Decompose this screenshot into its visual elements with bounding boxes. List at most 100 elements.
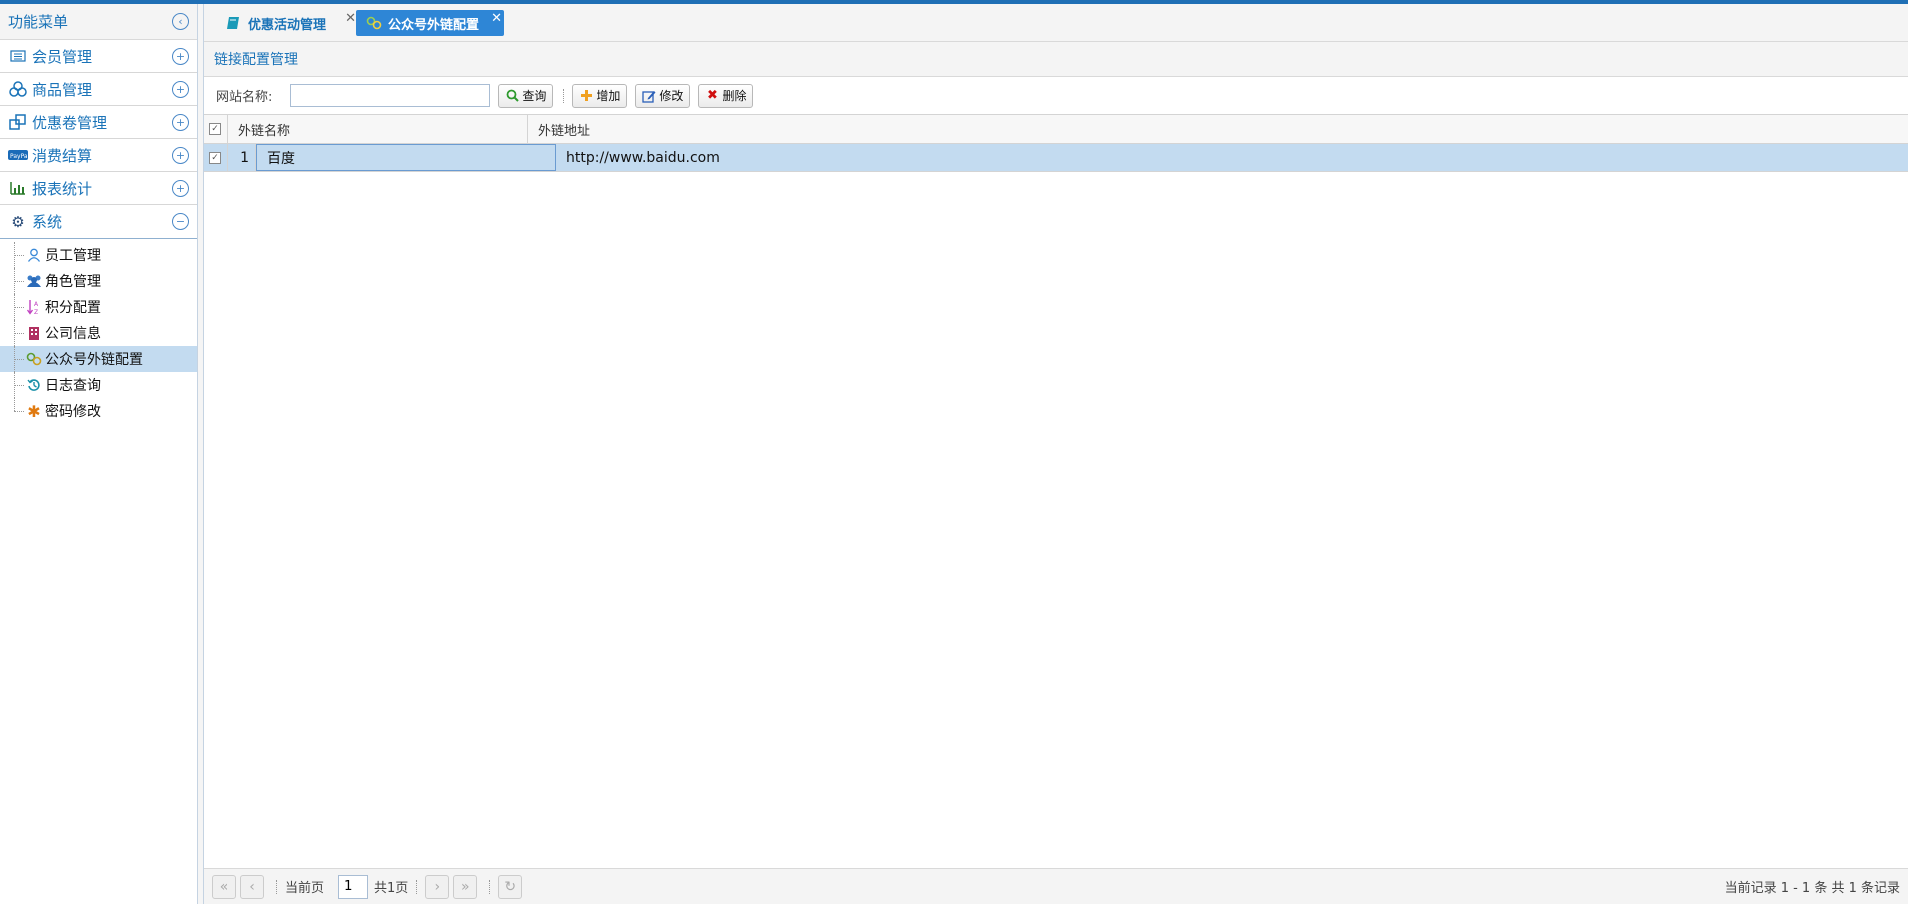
edit-icon <box>642 89 656 103</box>
link-icon <box>366 16 382 30</box>
tab-label: 优惠活动管理 <box>248 17 327 33</box>
tab-promotions[interactable]: 优惠活动管理 ✕ <box>216 10 356 36</box>
expand-plus-icon[interactable]: + <box>172 47 189 65</box>
last-page-button[interactable]: » <box>453 874 478 899</box>
plus-icon <box>579 89 593 103</box>
sidebar: 功能菜单 ‹ 会员管理 + 商品管理 + 优惠卷管理 + PayPal 消费结算… <box>0 4 198 904</box>
row-number: 1 <box>228 144 256 171</box>
expand-plus-icon[interactable]: + <box>172 146 189 164</box>
collapse-minus-icon[interactable]: − <box>172 213 189 230</box>
record-info: 当前记录 1 - 1 条 共 1 条记录 <box>1724 881 1900 896</box>
user-icon <box>25 247 43 263</box>
svg-text:PayPal: PayPal <box>10 153 28 160</box>
menu-products[interactable]: 商品管理 + <box>0 73 197 106</box>
book-icon <box>226 16 242 30</box>
column-header-name[interactable]: 外链名称 <box>228 115 528 143</box>
tree-item-company[interactable]: 公司信息 <box>0 320 197 346</box>
prev-page-button[interactable]: ‹ <box>240 874 264 899</box>
menu-label: 报表统计 <box>32 179 93 198</box>
menu-member[interactable]: 会员管理 + <box>0 40 197 73</box>
delete-button[interactable]: ✖ 删除 <box>698 83 754 108</box>
expand-plus-icon[interactable]: + <box>172 113 189 131</box>
delete-x-icon: ✖ <box>706 88 718 103</box>
expand-plus-icon[interactable]: + <box>172 179 189 197</box>
tree-item-staff[interactable]: 员工管理 <box>0 242 197 268</box>
menu-label: 系统 <box>32 213 63 231</box>
site-name-label: 网站名称: <box>216 90 273 105</box>
query-button[interactable]: 查询 <box>498 83 554 108</box>
select-all-cell[interactable]: ✓ <box>204 115 228 143</box>
history-icon <box>25 377 43 393</box>
tree-item-label: 公众号外链配置 <box>45 352 143 368</box>
tree-item-label: 角色管理 <box>45 274 101 290</box>
expand-plus-icon[interactable]: + <box>172 80 189 98</box>
edit-label: 修改 <box>659 89 684 103</box>
close-icon[interactable]: ✕ <box>491 11 502 26</box>
page-number-input[interactable] <box>338 874 369 899</box>
tree-item-label: 日志查询 <box>45 378 101 394</box>
system-tree: 员工管理 角色管理 AZ 积分配置 公司信息 公众号外链配置 日志查询 ✱ 密码… <box>0 238 197 424</box>
bar-chart-icon <box>8 180 28 196</box>
sidebar-header: 功能菜单 ‹ <box>0 4 197 40</box>
link-url-cell[interactable]: http://www.baidu.com <box>556 144 1908 171</box>
menu-label: 优惠卷管理 <box>32 113 108 132</box>
menu-settlement[interactable]: PayPal 消费结算 + <box>0 139 197 172</box>
tree-item-password[interactable]: ✱ 密码修改 <box>0 398 197 424</box>
tree-item-label: 公司信息 <box>45 326 101 342</box>
users-icon <box>25 273 43 289</box>
row-checkbox-cell[interactable]: ✓ <box>204 144 228 171</box>
next-page-button[interactable]: › <box>425 874 450 899</box>
tree-item-wechat-links[interactable]: 公众号外链配置 <box>0 346 197 372</box>
add-button[interactable]: 增加 <box>572 83 628 108</box>
tab-wechat-links[interactable]: 公众号外链配置 ✕ <box>356 10 504 36</box>
gear-icon: ⚙ <box>11 212 25 231</box>
links-grid: ✓ 外链名称 外链地址 ✓ 1 百度 http://www.baidu.com <box>204 114 1908 172</box>
close-icon[interactable]: ✕ <box>345 11 356 26</box>
coupon-icon <box>8 114 28 130</box>
total-pages-label: 共1页 <box>374 881 409 896</box>
tree-item-label: 员工管理 <box>45 248 101 264</box>
main-panel: 链接配置管理 网站名称: 查询 增加 修改 ✖ 删除 ✓ 外链名称 外链地址 ✓… <box>204 42 1908 904</box>
select-all-checkbox[interactable]: ✓ <box>209 123 221 135</box>
site-name-input[interactable] <box>290 84 491 107</box>
tree-item-label: 积分配置 <box>45 300 101 316</box>
delete-label: 删除 <box>722 89 747 103</box>
collapse-sidebar-icon[interactable]: ‹ <box>172 13 189 30</box>
menu-label: 会员管理 <box>32 47 93 66</box>
tab-label: 公众号外链配置 <box>388 17 480 33</box>
search-icon <box>505 89 519 103</box>
link-name-cell[interactable]: 百度 <box>256 144 556 171</box>
first-page-button[interactable]: « <box>212 874 236 899</box>
menu-reports[interactable]: 报表统计 + <box>0 172 197 205</box>
tab-bar: 优惠活动管理 ✕ 公众号外链配置 ✕ <box>204 4 1908 42</box>
sidebar-title: 功能菜单 <box>8 13 69 31</box>
svg-text:A: A <box>34 301 39 308</box>
pagination: « ‹ 当前页 共1页 › » ↻ 当前记录 1 - 1 条 共 1 条记录 <box>204 868 1908 904</box>
sort-az-icon: AZ <box>25 299 43 315</box>
refresh-icon[interactable]: ↻ <box>498 874 523 899</box>
panel-title: 链接配置管理 <box>204 42 1908 77</box>
link-icon <box>25 351 43 367</box>
row-checkbox[interactable]: ✓ <box>209 151 221 164</box>
edit-button[interactable]: 修改 <box>635 83 691 108</box>
asterisk-icon: ✱ <box>27 401 41 421</box>
add-label: 增加 <box>596 89 621 103</box>
menu-system[interactable]: ⚙ 系统 − <box>0 205 197 238</box>
grid-header: ✓ 外链名称 外链地址 <box>204 115 1908 144</box>
menu-label: 消费结算 <box>32 146 93 165</box>
table-row[interactable]: ✓ 1 百度 http://www.baidu.com <box>204 144 1908 172</box>
svg-text:Z: Z <box>34 309 38 315</box>
building-icon <box>25 325 43 341</box>
menu-label: 商品管理 <box>32 80 93 99</box>
tree-item-roles[interactable]: 角色管理 <box>0 268 197 294</box>
toolbar: 网站名称: 查询 增加 修改 ✖ 删除 <box>204 77 1908 114</box>
column-header-url[interactable]: 外链地址 <box>528 115 1908 143</box>
tree-item-points[interactable]: AZ 积分配置 <box>0 294 197 320</box>
paypal-icon: PayPal <box>8 147 28 163</box>
tree-item-label: 密码修改 <box>45 404 101 420</box>
current-page-label: 当前页 <box>285 881 325 896</box>
products-icon <box>8 81 28 97</box>
tree-item-logs[interactable]: 日志查询 <box>0 372 197 398</box>
query-label: 查询 <box>522 89 547 103</box>
menu-coupon[interactable]: 优惠卷管理 + <box>0 106 197 139</box>
